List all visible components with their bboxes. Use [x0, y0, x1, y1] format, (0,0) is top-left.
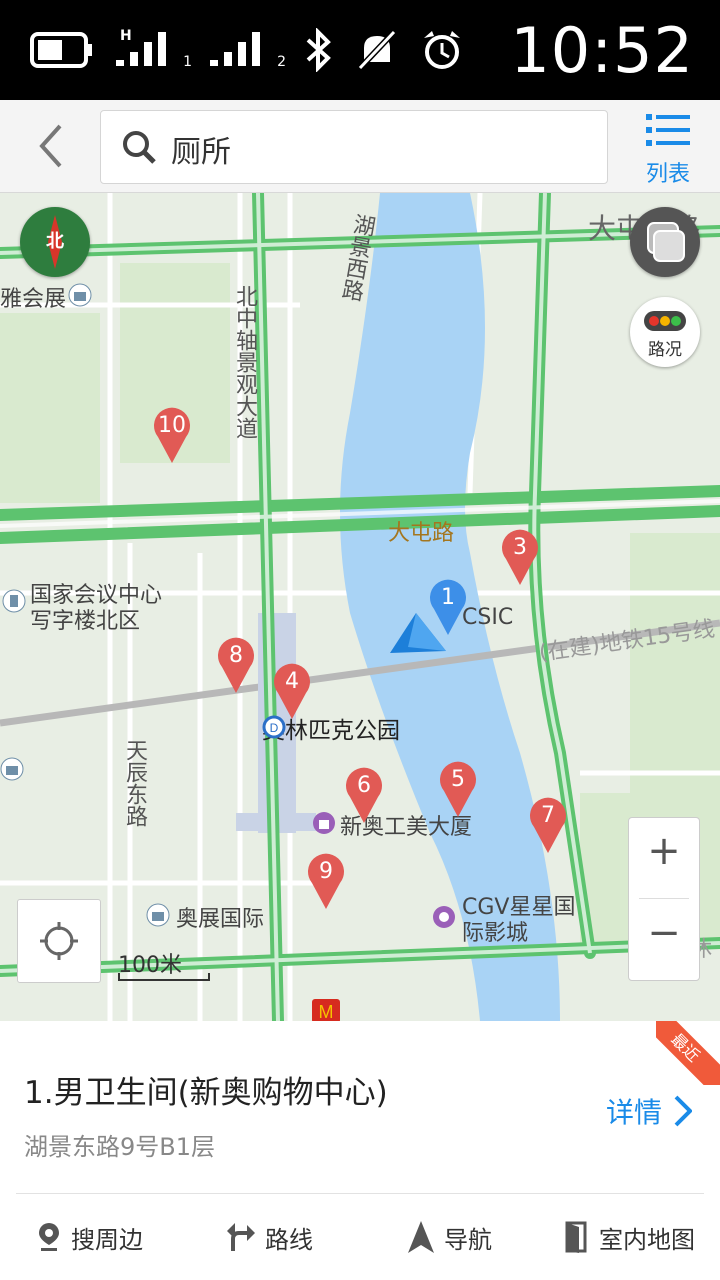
pin-number: 5	[451, 767, 465, 792]
compass-button[interactable]: 北	[20, 207, 90, 277]
cinema-icon	[433, 906, 455, 928]
search-query: 厕所	[171, 135, 231, 170]
sim-label: 1	[183, 54, 192, 70]
status-icons: H 1 2	[30, 28, 464, 72]
map-label: 雅会展	[0, 287, 67, 312]
action-label: 室内地图	[599, 1225, 695, 1254]
pin-number: 6	[357, 773, 371, 798]
route-icon	[227, 1223, 255, 1251]
map-view[interactable]: 雅会展 北中轴景观大道 湖景西路 大屯北路 大屯路 国家会议中心 写字楼北区 C…	[0, 193, 720, 1021]
map-label: 奥展国际	[176, 907, 265, 932]
map-label: 写字楼北区	[30, 609, 141, 634]
action-bar: 搜周边 路线 导航 室内地图	[0, 1194, 720, 1280]
badge-label: 最近	[656, 1021, 720, 1085]
list-label: 列表	[645, 162, 690, 187]
museum-icon	[0, 757, 24, 781]
search-bar: 厕所 列表	[0, 100, 720, 193]
crosshair-icon	[40, 922, 78, 960]
pin-icon	[39, 1223, 59, 1251]
search-icon	[123, 131, 156, 164]
alarm-icon	[424, 31, 460, 69]
zoom-divider	[639, 898, 689, 899]
zoom-control: + −	[628, 817, 700, 981]
toilet-pin-4[interactable]: 4	[272, 663, 312, 719]
toilet-pin-10[interactable]: 10	[152, 407, 192, 463]
nearest-badge: 最近	[656, 1021, 720, 1085]
details-label: 详情	[605, 1096, 662, 1129]
pin-number: 1	[441, 585, 455, 610]
zoom-in-button[interactable]: +	[629, 828, 699, 874]
clock: 10:52	[510, 14, 694, 87]
svg-text:D: D	[270, 721, 279, 735]
network-type: H	[120, 28, 132, 44]
action-label: 搜周边	[71, 1225, 143, 1254]
search-nearby-button[interactable]: 搜周边	[0, 1194, 180, 1280]
svg-text:M: M	[319, 1002, 334, 1021]
toilet-pin-3[interactable]: 3	[500, 529, 540, 585]
back-arrow-icon[interactable]	[28, 122, 76, 170]
map-label: CSIC	[462, 605, 514, 630]
pin-number: 7	[541, 803, 555, 828]
navigate-button[interactable]: 导航	[360, 1194, 540, 1280]
compass-label: 北	[46, 231, 64, 252]
road-label: 北中轴景观大道	[232, 285, 257, 439]
chevron-right-icon	[674, 1095, 692, 1127]
battery-icon	[30, 32, 92, 68]
route-button[interactable]: 路线	[180, 1194, 360, 1280]
zoom-out-button[interactable]: −	[629, 910, 699, 956]
layers-icon	[647, 222, 685, 262]
pin-number: 8	[229, 643, 243, 668]
toilet-pin-7[interactable]: 8	[216, 637, 256, 693]
shopping-icon	[313, 812, 335, 834]
building-icon	[2, 589, 26, 613]
indoor-map-button[interactable]: 室内地图	[540, 1194, 720, 1280]
result-title: 1.男卫生间(新奥购物中心)	[24, 1075, 388, 1111]
pin-number: 3	[513, 535, 527, 560]
sim-label: 2	[277, 54, 286, 70]
traffic-button[interactable]: 路况	[630, 297, 700, 367]
action-label: 路线	[265, 1225, 313, 1254]
locate-me-button[interactable]	[17, 899, 101, 983]
result-address: 湖景东路9号B1层	[24, 1133, 216, 1161]
toilet-pin-6[interactable]: 6	[344, 767, 384, 823]
map-label: 际影城	[462, 921, 529, 946]
layers-button[interactable]	[630, 207, 700, 277]
signal-icon: 2	[210, 28, 286, 72]
list-button[interactable]: 列表	[638, 110, 698, 187]
toilet-pin-9[interactable]: 9	[306, 853, 346, 909]
pin-number: 9	[319, 859, 333, 884]
scale-bar	[118, 973, 210, 981]
navigation-icon	[408, 1221, 434, 1253]
current-location-icon	[390, 613, 446, 653]
pin-number: 4	[285, 669, 299, 694]
road-label: 大屯路	[388, 521, 455, 546]
list-icon	[646, 114, 690, 146]
toilet-pin-8[interactable]: 7	[528, 797, 568, 853]
toilet-pin-5[interactable]: 5	[438, 761, 478, 817]
museum-icon	[68, 283, 92, 307]
signal-icon: H 1	[116, 28, 192, 72]
road-label: 天辰东路	[122, 739, 147, 827]
indoor-map-icon	[565, 1221, 587, 1253]
mute-icon	[357, 29, 397, 71]
pin-number: 10	[158, 413, 186, 438]
restaurant-icon: M	[312, 999, 340, 1021]
museum-icon	[146, 903, 170, 927]
status-bar: H 1 2 10:52	[0, 0, 720, 100]
action-label: 导航	[444, 1225, 492, 1254]
traffic-label: 路况	[648, 340, 682, 360]
result-card[interactable]: 最近 1.男卫生间(新奥购物中心) 湖景东路9号B1层 详情 搜周边 路线 导航…	[0, 1021, 720, 1280]
search-input[interactable]: 厕所	[100, 110, 608, 184]
bluetooth-icon	[306, 28, 331, 72]
details-button[interactable]: 详情	[606, 1091, 692, 1131]
